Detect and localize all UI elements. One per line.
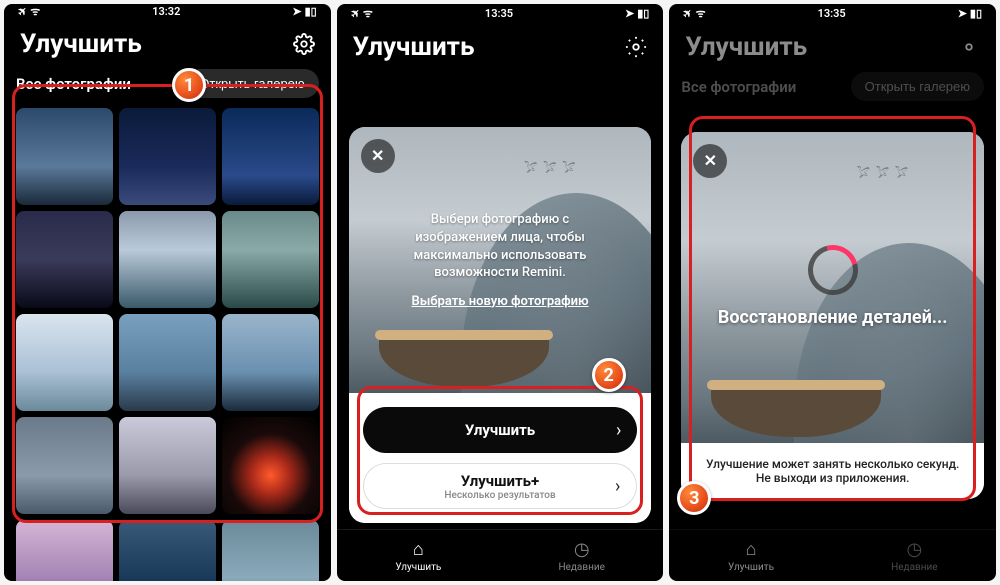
chevron-right-icon: › [615, 476, 620, 497]
home-icon: ⌂ [413, 539, 424, 560]
enhance-label: Улучшить [465, 421, 535, 439]
progress-modal: 𓅯𓅯𓅯 ✕ Восстановление деталей... Улучшени… [681, 132, 984, 499]
location-icon: ➤ [292, 5, 301, 18]
close-icon: ✕ [704, 151, 717, 171]
app-header: Улучшить [669, 22, 996, 72]
progress-content: Все фотографии Открыть галерею 𓅯𓅯𓅯 ✕ Вос… [669, 72, 996, 529]
chevron-right-icon: › [616, 420, 621, 441]
loading-spinner-icon [799, 236, 867, 304]
nav-label: Улучшить [728, 562, 774, 573]
battery-icon: ▮▯ [970, 7, 982, 20]
photo-thumb[interactable] [16, 520, 113, 581]
airplane-icon: ✈ [347, 5, 363, 21]
photo-thumb[interactable] [222, 314, 319, 411]
progress-image-area: 𓅯𓅯𓅯 ✕ Восстановление деталей... [681, 132, 984, 443]
close-icon: ✕ [371, 146, 384, 166]
phone-screen-1: ✈ ᯤ 13:32 ➤ ▮▯ Улучшить Все фотографии О… [4, 4, 331, 581]
app-title: Улучшить [353, 32, 475, 62]
restore-title: Восстановление деталей... [718, 307, 948, 330]
status-time: 13:32 [152, 5, 180, 18]
bottom-nav: ⌂ Улучшить ◷ Недавние [337, 529, 664, 581]
phone-screen-2: ✈ ᯤ 13:35 ➤ ▮▯ Улучшить 𓅯𓅯𓅯 ✕ Выбери фот… [337, 4, 664, 581]
app-header: Улучшить [4, 19, 331, 69]
gallery-content: Все фотографии Открыть галерею [4, 69, 331, 581]
photo-thumb[interactable] [119, 417, 216, 514]
nav-label: Недавние [891, 562, 937, 573]
status-bar: ✈ ᯤ 13:35 ➤ ▮▯ [337, 4, 664, 22]
status-time: 13:35 [485, 7, 513, 20]
step-2-badge: 2 [592, 358, 626, 392]
photo-thumb[interactable] [119, 520, 216, 581]
battery-icon: ▮▯ [637, 7, 649, 20]
photo-thumb[interactable] [119, 108, 216, 205]
choose-new-photo-link[interactable]: Выбрать новую фотографию [411, 294, 588, 309]
status-bar: ✈ ᯤ 13:35 ➤ ▮▯ [669, 4, 996, 22]
nav-enhance[interactable]: ⌂ Улучшить [337, 530, 500, 581]
enhance-plus-button[interactable]: Улучшить+ Несколько результатов › [363, 463, 638, 509]
photo-thumb[interactable] [16, 211, 113, 308]
clock-icon: ◷ [574, 539, 590, 560]
enhance-plus-sub: Несколько результатов [444, 490, 555, 501]
step-1-badge: 1 [172, 68, 206, 102]
close-button[interactable]: ✕ [693, 144, 727, 178]
photo-thumb[interactable] [16, 417, 113, 514]
clock-icon: ◷ [907, 539, 923, 560]
nav-enhance[interactable]: ⌂ Улучшить [669, 530, 832, 581]
settings-gear-icon[interactable] [958, 36, 980, 58]
bottom-nav: ⌂ Улучшить ◷ Недавние [669, 529, 996, 581]
app-title: Улучшить [685, 32, 807, 62]
wifi-icon: ᯤ [363, 6, 373, 21]
app-title: Улучшить [20, 29, 142, 59]
wifi-icon: ᯤ [30, 4, 40, 19]
wifi-icon: ᯤ [696, 6, 706, 21]
phone-screen-3: ✈ ᯤ 13:35 ➤ ▮▯ Улучшить Все фотографии О… [669, 4, 996, 581]
home-icon: ⌂ [746, 539, 757, 560]
photo-grid [16, 108, 319, 581]
nav-label: Недавние [558, 562, 604, 573]
preview-image-area: 𓅯𓅯𓅯 ✕ Выбери фотографию с изображением л… [349, 127, 652, 393]
enhance-button[interactable]: Улучшить › [363, 407, 638, 453]
airplane-icon: ✈ [680, 5, 696, 21]
progress-note: Улучшение может занять несколько секунд.… [681, 443, 984, 499]
all-photos-label: Все фотографии [16, 75, 131, 93]
status-time: 13:35 [818, 7, 846, 20]
photo-thumb[interactable] [222, 108, 319, 205]
enhance-buttons: Улучшить › Улучшить+ Несколько результат… [349, 393, 652, 523]
photo-thumb[interactable] [16, 108, 113, 205]
birds-illustration: 𓅯𓅯𓅯 [857, 162, 914, 181]
location-icon: ➤ [625, 7, 634, 20]
photo-thumb[interactable] [222, 417, 319, 514]
all-photos-label-dim: Все фотографии [681, 78, 796, 96]
enhance-plus-label: Улучшить+ [461, 472, 539, 490]
face-hint-text: Выбери фотографию с изображением лица, ч… [390, 211, 610, 281]
preview-modal: 𓅯𓅯𓅯 ✕ Выбери фотографию с изображением л… [349, 127, 652, 523]
preview-content: 𓅯𓅯𓅯 ✕ Выбери фотографию с изображением л… [337, 72, 664, 529]
nav-recent[interactable]: ◷ Недавние [833, 530, 996, 581]
birds-illustration: 𓅯𓅯𓅯 [524, 157, 581, 176]
nav-label: Улучшить [395, 562, 441, 573]
photo-thumb[interactable] [222, 211, 319, 308]
settings-gear-icon[interactable] [625, 36, 647, 58]
close-button[interactable]: ✕ [361, 139, 395, 173]
photo-thumb[interactable] [119, 314, 216, 411]
photo-thumb[interactable] [16, 314, 113, 411]
status-bar: ✈ ᯤ 13:32 ➤ ▮▯ [4, 4, 331, 19]
settings-gear-icon[interactable] [293, 33, 315, 55]
app-header: Улучшить [337, 22, 664, 72]
photo-thumb[interactable] [222, 520, 319, 581]
nav-recent[interactable]: ◷ Недавние [500, 530, 663, 581]
location-icon: ➤ [958, 7, 967, 20]
battery-icon: ▮▯ [305, 5, 317, 18]
airplane-icon: ✈ [15, 4, 31, 19]
open-gallery-button-dim: Открыть галерею [851, 72, 984, 101]
photo-thumb[interactable] [119, 211, 216, 308]
